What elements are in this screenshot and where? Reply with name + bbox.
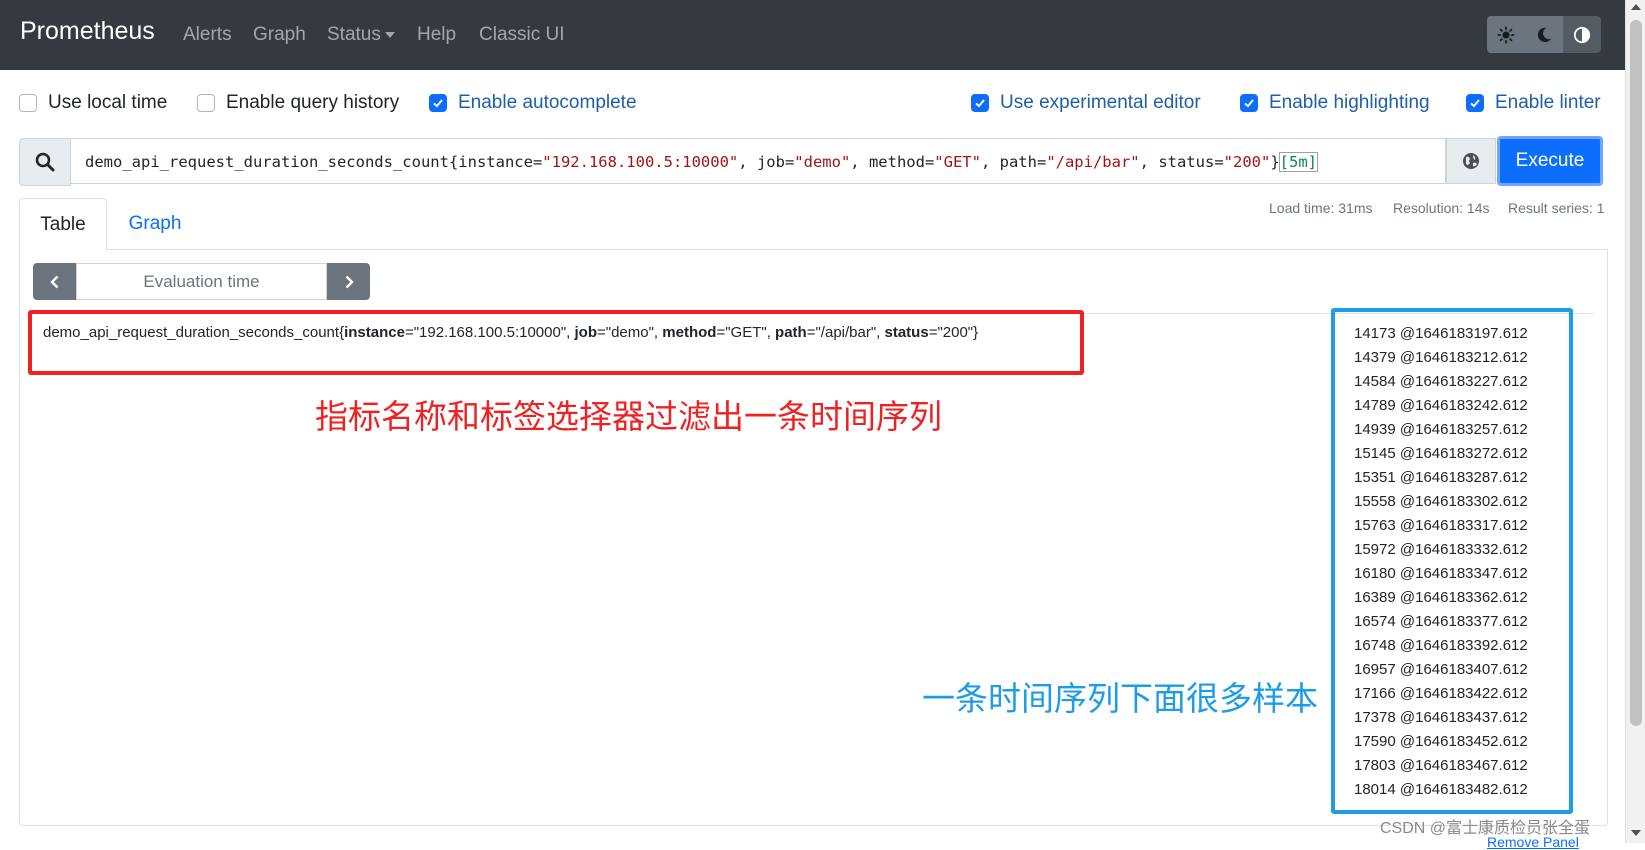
enable-autocomplete-checkbox[interactable] xyxy=(429,94,447,112)
check-icon xyxy=(433,99,443,108)
use-local-time-option[interactable]: Use local time xyxy=(19,92,167,114)
result-series: Result series: 1 xyxy=(1508,200,1605,216)
resolution: Resolution: 14s xyxy=(1393,200,1490,216)
nav-classic-ui[interactable]: Classic UI xyxy=(479,24,565,46)
moon-icon xyxy=(1537,27,1552,42)
execute-button[interactable]: Execute xyxy=(1497,136,1603,186)
evaluation-time-control: Evaluation time xyxy=(33,263,370,300)
use-local-time-checkbox[interactable] xyxy=(19,94,37,112)
annotation-box-samples xyxy=(1331,308,1573,814)
query-label: method xyxy=(868,153,925,171)
page-scrollbar[interactable] xyxy=(1625,0,1645,843)
enable-highlighting-checkbox[interactable] xyxy=(1240,94,1258,112)
enable-query-history-checkbox[interactable] xyxy=(197,94,215,112)
search-icon xyxy=(35,152,55,172)
contrast-icon xyxy=(1573,26,1591,43)
enable-query-history-option[interactable]: Enable query history xyxy=(197,92,399,114)
query-value: "/api/bar" xyxy=(1046,153,1140,171)
scroll-down-icon[interactable] xyxy=(1631,830,1641,836)
query-value: "192.168.100.5:10000" xyxy=(542,153,739,171)
nav-status-dropdown[interactable]: Status xyxy=(327,24,395,46)
tab-table[interactable]: Table xyxy=(19,198,107,251)
enable-autocomplete-option[interactable]: Enable autocomplete xyxy=(429,92,637,114)
check-icon xyxy=(975,99,985,108)
check-icon xyxy=(1244,99,1254,108)
enable-query-history-label: Enable query history xyxy=(226,92,400,113)
use-experimental-editor-label: Use experimental editor xyxy=(1000,92,1201,113)
previous-time-button[interactable] xyxy=(33,263,76,300)
enable-highlighting-label: Enable highlighting xyxy=(1269,92,1430,113)
metrics-explorer-button[interactable] xyxy=(1446,138,1496,184)
query-value: "200" xyxy=(1223,153,1271,171)
enable-linter-option[interactable]: Enable linter xyxy=(1466,92,1601,114)
dark-theme-button[interactable] xyxy=(1525,16,1563,53)
remove-panel-link[interactable]: Remove Panel xyxy=(1487,834,1579,850)
query-label: job xyxy=(756,153,785,171)
enable-autocomplete-label: Enable autocomplete xyxy=(458,92,637,113)
query-label: status xyxy=(1158,153,1215,171)
top-navbar: Prometheus Alerts Graph Status Help Clas… xyxy=(0,0,1625,70)
enable-highlighting-option[interactable]: Enable highlighting xyxy=(1240,92,1430,114)
enable-linter-checkbox[interactable] xyxy=(1466,94,1484,112)
chevron-down-icon xyxy=(384,31,395,38)
chevron-right-icon xyxy=(345,275,354,288)
enable-linter-label: Enable linter xyxy=(1495,92,1601,113)
scroll-up-icon[interactable] xyxy=(1631,4,1641,10)
query-label: instance xyxy=(458,153,533,171)
load-time: Load time: 31ms xyxy=(1269,200,1373,216)
search-addon xyxy=(19,138,71,186)
query-bar: demo_api_request_duration_seconds_count{… xyxy=(19,136,1607,186)
annotation-box-series xyxy=(28,310,1084,375)
use-local-time-label: Use local time xyxy=(48,92,168,113)
query-metric: demo_api_request_duration_seconds_count xyxy=(85,153,449,171)
expression-input[interactable]: demo_api_request_duration_seconds_count{… xyxy=(70,138,1446,184)
query-value: "GET" xyxy=(934,153,981,171)
nav-help[interactable]: Help xyxy=(417,24,456,46)
query-value: "demo" xyxy=(794,153,851,171)
brand-logo[interactable]: Prometheus xyxy=(20,17,155,46)
check-icon xyxy=(1470,99,1480,108)
use-experimental-editor-checkbox[interactable] xyxy=(971,94,989,112)
nav-graph[interactable]: Graph xyxy=(253,24,306,46)
nav-alerts[interactable]: Alerts xyxy=(183,24,232,46)
light-theme-button[interactable] xyxy=(1487,16,1525,53)
tab-graph[interactable]: Graph xyxy=(110,198,200,250)
query-label: path xyxy=(999,153,1037,171)
nav-status-label: Status xyxy=(327,24,381,45)
query-range: [5m] xyxy=(1278,152,1319,172)
globe-icon xyxy=(1463,153,1479,169)
annotation-series-text: 指标名称和标签选择器过滤出一条时间序列 xyxy=(315,397,942,436)
sun-icon xyxy=(1497,25,1515,44)
use-experimental-editor-option[interactable]: Use experimental editor xyxy=(971,92,1201,114)
evaluation-time-input[interactable]: Evaluation time xyxy=(76,263,327,300)
scrollbar-thumb[interactable] xyxy=(1630,20,1642,726)
annotation-samples-text: 一条时间序列下面很多样本 xyxy=(922,679,1318,718)
auto-theme-button[interactable] xyxy=(1563,16,1601,53)
theme-switcher xyxy=(1487,16,1601,53)
next-time-button[interactable] xyxy=(327,263,370,300)
chevron-left-icon xyxy=(49,275,58,288)
